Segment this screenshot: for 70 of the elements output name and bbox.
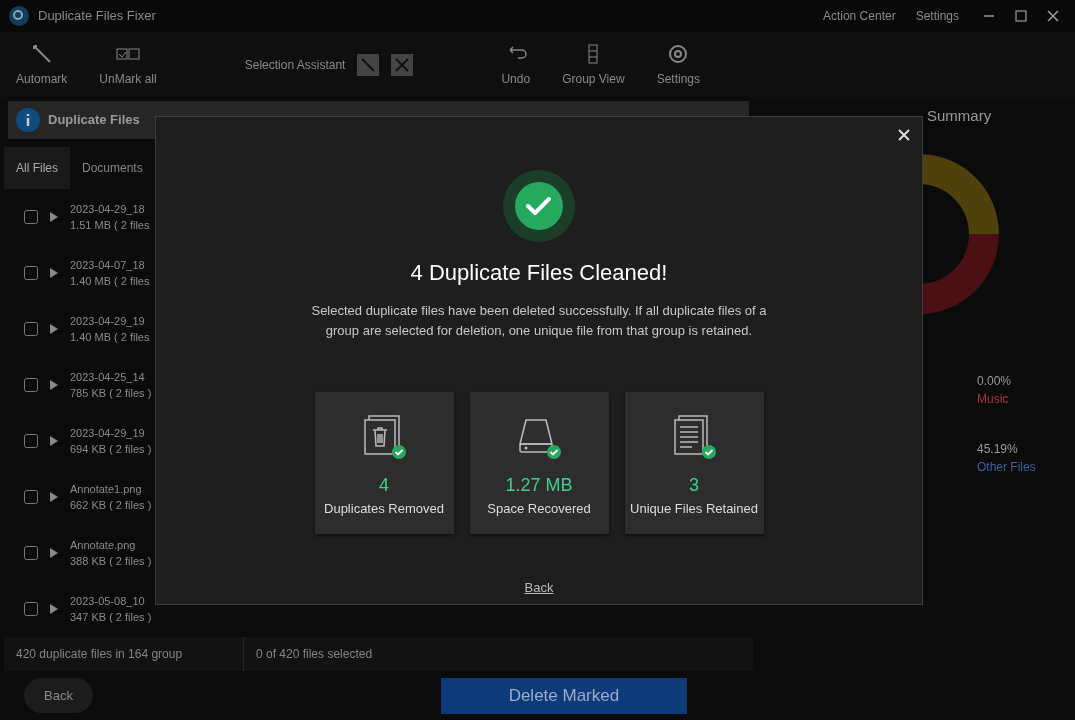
stat-value: 3 bbox=[689, 474, 699, 497]
maximize-icon[interactable] bbox=[1015, 10, 1027, 23]
toolbar-button[interactable]: Group View bbox=[562, 41, 625, 88]
window-title: Duplicate Files Fixer bbox=[38, 7, 156, 26]
group-name: 2023-04-29_19 bbox=[70, 425, 146, 441]
group-size: 1.40 MB ( 2 files bbox=[70, 330, 150, 345]
expand-arrow-icon[interactable] bbox=[50, 604, 58, 614]
group-name: 2023-05-08_10 bbox=[70, 593, 146, 609]
stat-value: 4 bbox=[379, 474, 389, 497]
dialog-title: 4 Duplicate Files Cleaned! bbox=[410, 259, 668, 287]
toolbar-button[interactable]: Undo bbox=[501, 41, 531, 88]
back-link[interactable]: Back bbox=[524, 578, 554, 598]
expand-arrow-icon[interactable] bbox=[50, 380, 58, 390]
expand-arrow-icon[interactable] bbox=[50, 492, 58, 502]
header-link[interactable]: Action Center bbox=[822, 7, 896, 26]
group-size: 1.51 MB ( 2 files bbox=[70, 218, 150, 233]
group-size: 662 KB ( 2 files ) bbox=[70, 498, 152, 513]
checkbox[interactable] bbox=[24, 546, 38, 560]
stat-value: 0.00% bbox=[977, 372, 1013, 390]
group-name: Annotate1.png bbox=[70, 481, 143, 497]
checkbox[interactable] bbox=[24, 378, 38, 392]
stat-label: Unique Files Retained bbox=[630, 500, 758, 518]
close-icon[interactable] bbox=[1047, 10, 1059, 23]
delete-marked-button[interactable]: Delete Marked bbox=[440, 677, 687, 714]
checkbox[interactable] bbox=[24, 602, 38, 616]
header-link[interactable]: Settings bbox=[915, 7, 959, 26]
checkbox[interactable] bbox=[24, 322, 38, 336]
group-name: 2023-04-25_14 bbox=[70, 369, 146, 385]
trash-icon bbox=[361, 414, 407, 460]
tab[interactable]: All Files bbox=[4, 147, 70, 189]
stat-value: 1.27 MB bbox=[505, 474, 573, 497]
success-check-icon bbox=[503, 170, 575, 242]
group-name: Annotate.png bbox=[70, 537, 137, 553]
stat-label: Duplicates Removed bbox=[324, 500, 444, 518]
expand-arrow-icon[interactable] bbox=[50, 268, 58, 278]
checkbox[interactable] bbox=[24, 210, 38, 224]
close-icon bbox=[898, 129, 910, 141]
documents-icon bbox=[671, 414, 717, 460]
close-button[interactable] bbox=[896, 127, 912, 143]
app-logo-icon bbox=[8, 5, 30, 28]
group-size: 347 KB ( 2 files ) bbox=[70, 610, 152, 625]
toolbar-button[interactable]: UnMark all bbox=[99, 41, 157, 88]
info-icon bbox=[16, 108, 40, 132]
group-size: 388 KB ( 2 files ) bbox=[70, 554, 152, 569]
summary-title: Summary bbox=[927, 106, 992, 126]
toolbar-button[interactable]: Settings bbox=[656, 41, 700, 88]
group-size: 694 KB ( 2 files ) bbox=[70, 442, 152, 457]
expand-arrow-icon[interactable] bbox=[50, 436, 58, 446]
group-size: 785 KB ( 2 files ) bbox=[70, 386, 152, 401]
group-name: 2023-04-07_18 bbox=[70, 257, 146, 273]
toolbar-button[interactable]: Automark bbox=[16, 41, 68, 88]
stat-label: Other Files bbox=[977, 458, 1036, 476]
stat-value: 45.19% bbox=[977, 440, 1019, 458]
checkbox[interactable] bbox=[24, 434, 38, 448]
expand-arrow-icon[interactable] bbox=[50, 324, 58, 334]
group-name: 2023-04-29_19 bbox=[70, 313, 146, 329]
back-button[interactable]: Back bbox=[24, 677, 93, 714]
checkbox[interactable] bbox=[24, 490, 38, 504]
expand-arrow-icon[interactable] bbox=[50, 212, 58, 222]
group-name: 2023-04-29_18 bbox=[70, 201, 146, 217]
stat-label: Music bbox=[977, 390, 1010, 408]
dialog-message: Selected duplicate files have been deleted successfully. If all duplicate files of a group are selected for deletion, one unique file from that group is retained. bbox=[310, 302, 768, 340]
status-text: 0 of 420 files selected bbox=[255, 646, 374, 663]
checkbox[interactable] bbox=[24, 266, 38, 280]
selection-assistant-label: Selection Assistant bbox=[244, 56, 346, 74]
tab[interactable]: Documents bbox=[70, 147, 155, 189]
expand-arrow-icon[interactable] bbox=[50, 548, 58, 558]
group-size: 1.40 MB ( 2 files bbox=[70, 274, 150, 289]
banner-title: Duplicate Files bbox=[48, 111, 140, 130]
stat-label: Space Recovered bbox=[487, 500, 591, 518]
